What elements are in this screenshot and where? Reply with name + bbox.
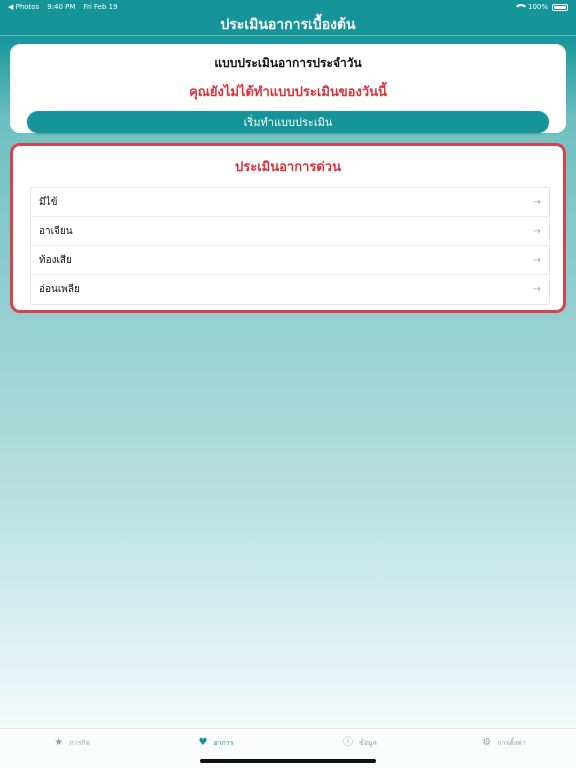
symptom-label: มีไข้ bbox=[39, 196, 58, 208]
urgent-assessment-card: ประเมินอาการด่วน มีไข้ → อาเจียน → ท้องเ… bbox=[10, 143, 566, 313]
heart-pulse-icon: ♥ bbox=[198, 737, 208, 748]
home-indicator[interactable] bbox=[200, 759, 376, 763]
arrow-right-icon: → bbox=[532, 284, 541, 295]
tab-label: ข้อมูล bbox=[359, 739, 377, 747]
urgent-assessment-title: ประเมินอาการด่วน bbox=[234, 160, 341, 175]
symptom-label: อาเจียน bbox=[39, 225, 73, 237]
symptom-item-diarrhea[interactable]: ท้องเสีย → bbox=[31, 246, 549, 275]
symptom-item-vomiting[interactable]: อาเจียน → bbox=[31, 217, 549, 246]
daily-assessment-title: แบบประเมินอาการประจำวัน bbox=[214, 56, 362, 70]
gear-icon: ⚙ bbox=[482, 737, 492, 748]
wifi-icon bbox=[513, 3, 528, 11]
tab-label: ภารกิจ bbox=[69, 739, 90, 747]
start-assessment-button[interactable]: เริ่มทำแบบประเมิน bbox=[27, 111, 549, 133]
arrow-right-icon: → bbox=[532, 196, 541, 208]
back-to-app-link[interactable]: ◀ Photos bbox=[8, 3, 39, 11]
page-title: ประเมินอาการเบื้องต้น bbox=[220, 16, 356, 33]
status-bar: ◀ Photos 9:40 PM Fri Feb 19 100% bbox=[0, 0, 576, 14]
battery-icon bbox=[552, 3, 568, 11]
tab-missions[interactable]: ★ ภารกิจ bbox=[0, 729, 144, 768]
symptom-label: ท้องเสีย bbox=[39, 254, 72, 266]
daily-assessment-warning: คุณยังไม่ได้ทำแบบประเมินของวันนี้ bbox=[189, 85, 387, 100]
nav-bar: ประเมินอาการเบื้องต้น bbox=[0, 14, 576, 36]
daily-assessment-card: แบบประเมินอาการประจำวัน คุณยังไม่ได้ทำแบ… bbox=[10, 44, 566, 133]
status-time: 9:40 PM bbox=[47, 3, 76, 11]
battery-percent: 100% bbox=[527, 3, 548, 11]
symptom-list: มีไข้ → อาเจียน → ท้องเสีย → อ่อนเพลีย → bbox=[30, 187, 550, 305]
status-date: Fri Feb 19 bbox=[83, 3, 118, 11]
tab-label: การตั้งค่า bbox=[497, 739, 526, 747]
tab-settings[interactable]: ⚙ การตั้งค่า bbox=[432, 729, 576, 768]
arrow-right-icon: → bbox=[532, 225, 541, 237]
star-icon: ★ bbox=[54, 737, 64, 748]
tab-label: อาการ bbox=[213, 739, 234, 747]
symptom-label: อ่อนเพลีย bbox=[39, 284, 80, 295]
info-icon: ⓘ bbox=[343, 737, 354, 748]
symptom-item-fatigue[interactable]: อ่อนเพลีย → bbox=[31, 275, 549, 304]
symptom-item-fever[interactable]: มีไข้ → bbox=[31, 188, 549, 217]
arrow-right-icon: → bbox=[532, 254, 541, 266]
